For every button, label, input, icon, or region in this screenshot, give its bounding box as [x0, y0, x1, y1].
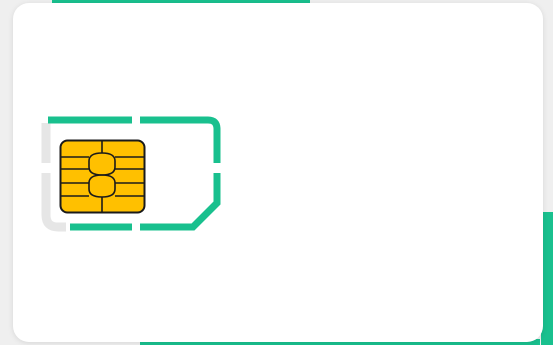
chip-icon	[59, 139, 147, 215]
sim-illustration	[0, 0, 553, 345]
